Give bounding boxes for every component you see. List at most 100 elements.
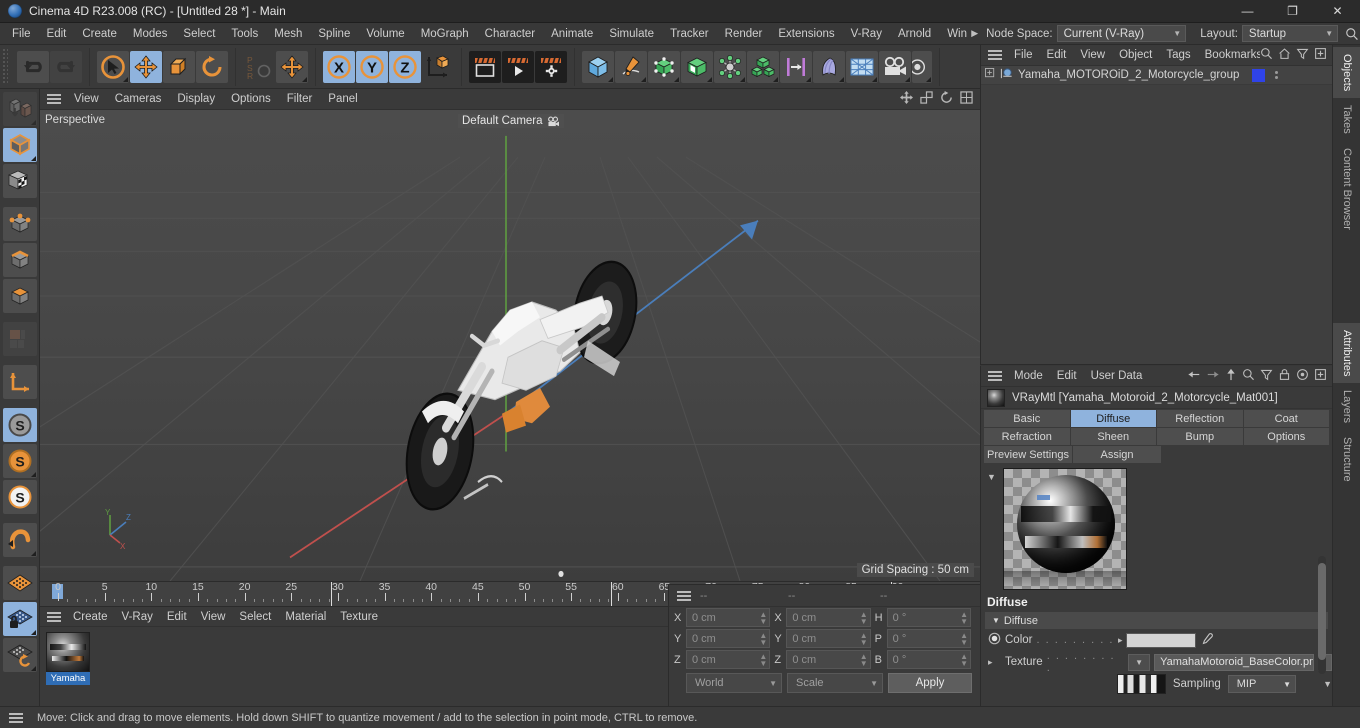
points-mode-button[interactable] — [2, 207, 37, 241]
material-menu-material[interactable]: Material — [278, 609, 333, 625]
menu-item-edit[interactable]: Edit — [39, 25, 75, 43]
solo-hierarchy-button[interactable]: S — [2, 480, 37, 514]
search-icon[interactable] — [1260, 47, 1273, 63]
add-deformer-button[interactable] — [714, 50, 746, 83]
material-menu-edit[interactable]: Edit — [160, 609, 194, 625]
stepper-icon[interactable]: ▲▼ — [960, 610, 968, 625]
minimize-button[interactable]: — — [1225, 0, 1270, 23]
add-camera-button[interactable] — [879, 50, 911, 83]
planar-workplane-button[interactable] — [2, 638, 37, 672]
object-visibility-dots[interactable] — [1275, 71, 1279, 79]
viewport-menu-cameras[interactable]: Cameras — [107, 91, 170, 107]
coord-size-x-field[interactable]: 0 cm ▲ ▼ — [786, 608, 871, 627]
object-manager-hamburger-icon[interactable] — [987, 48, 1004, 62]
stepper-icon[interactable]: ▲▼ — [860, 631, 868, 646]
stepper-icon[interactable]: ▲▼ — [759, 631, 767, 646]
object-menu-tags[interactable]: Tags — [1159, 47, 1197, 63]
model-mode-button[interactable] — [2, 128, 37, 162]
coord-size-z-field[interactable]: 0 cm ▲ ▼ — [786, 650, 871, 669]
coord-size-y-field[interactable]: 0 cm ▲ ▼ — [786, 629, 871, 648]
up-arrow-icon[interactable] — [1225, 368, 1237, 384]
material-item[interactable]: Yamaha — [46, 632, 90, 685]
add-mograph-cloner-button[interactable] — [747, 50, 779, 83]
world-object-axis-button[interactable] — [422, 51, 454, 83]
tab-reflection[interactable]: Reflection — [1157, 410, 1243, 427]
make-editable-button[interactable] — [2, 92, 37, 126]
tab-sheen[interactable]: Sheen — [1070, 428, 1156, 445]
object-menu-edit[interactable]: Edit — [1040, 47, 1074, 63]
coord-rotation-b-field[interactable]: 0 ° ▲ ▼ — [886, 650, 971, 669]
add-light-button[interactable] — [912, 50, 932, 83]
color-swatch-field[interactable] — [1126, 632, 1197, 648]
coordinate-system-dropdown[interactable]: World ▼ — [686, 673, 782, 693]
perspective-viewport[interactable]: Perspective Default Camera Grid Spacing … — [40, 110, 980, 581]
uv-mode-button[interactable] — [2, 322, 37, 356]
viewport-scale-icon[interactable] — [920, 91, 933, 107]
live-selection-tool-button[interactable] — [97, 50, 129, 83]
add-generator-button[interactable] — [648, 50, 680, 83]
add-scene-floor-button[interactable] — [846, 50, 878, 83]
menu-item-select[interactable]: Select — [175, 25, 223, 43]
object-color-swatch[interactable] — [1252, 68, 1266, 82]
tab-bump[interactable]: Bump — [1157, 428, 1243, 445]
render-view-button[interactable] — [469, 50, 501, 83]
texture-path-field[interactable]: YamahaMotoroid_BaseColor.png — [1154, 653, 1314, 671]
layout-dropdown[interactable]: Startup ▼ — [1241, 25, 1339, 42]
menu-item-vray[interactable]: V-Ray — [843, 25, 890, 43]
menu-item-create[interactable]: Create — [74, 25, 125, 43]
home-icon[interactable] — [1278, 47, 1291, 63]
filter-icon[interactable] — [1296, 47, 1309, 63]
motorcycle-model[interactable] — [40, 110, 980, 581]
edges-mode-button[interactable] — [2, 243, 37, 277]
viewport-rotate-icon[interactable] — [940, 91, 953, 107]
color-expand-icon[interactable]: ▸ — [1118, 635, 1123, 646]
expand-icon[interactable] — [985, 68, 996, 82]
maximize-button[interactable]: ❐ — [1270, 0, 1315, 23]
material-menu-hamburger-icon[interactable] — [46, 610, 63, 624]
target-icon[interactable] — [1296, 368, 1309, 384]
vtab-layers[interactable]: Layers — [1333, 383, 1360, 430]
viewport-move-icon[interactable] — [900, 91, 913, 107]
status-bar-hamburger-icon[interactable] — [8, 711, 25, 725]
stepper-icon[interactable]: ▲▼ — [960, 631, 968, 646]
texture-expand-icon[interactable]: ▸ — [988, 657, 1001, 668]
z-axis-toggle-button[interactable]: Z — [389, 50, 421, 83]
menu-item-render[interactable]: Render — [717, 25, 771, 43]
object-menu-view[interactable]: View — [1073, 47, 1112, 63]
scale-tool-button[interactable] — [163, 50, 195, 83]
menu-overflow-icon[interactable]: ▶ — [967, 25, 982, 42]
menu-item-mesh[interactable]: Mesh — [266, 25, 310, 43]
node-space-dropdown[interactable]: Current (V-Ray) ▼ — [1056, 25, 1187, 42]
coord-position-z-field[interactable]: 0 cm ▲ ▼ — [686, 650, 771, 669]
viewport-menu-hamburger-icon[interactable] — [46, 92, 63, 106]
coord-rotation-p-field[interactable]: 0 ° ▲ ▼ — [886, 629, 971, 648]
stepper-icon[interactable]: ▲▼ — [960, 652, 968, 667]
viewport-menu-view[interactable]: View — [66, 91, 107, 107]
sampling-dropdown[interactable]: MIP ▼ — [1227, 675, 1297, 693]
coord-rotation-h-field[interactable]: 0 ° ▲ ▼ — [886, 608, 971, 627]
rotate-tool-button[interactable] — [196, 50, 228, 83]
coord-position-x-field[interactable]: 0 cm ▲ ▼ — [686, 608, 771, 627]
object-menu-file[interactable]: File — [1007, 47, 1040, 63]
menu-item-tools[interactable]: Tools — [223, 25, 266, 43]
apply-button[interactable]: Apply — [888, 673, 972, 693]
menu-item-volume[interactable]: Volume — [358, 25, 412, 43]
material-menu-texture[interactable]: Texture — [333, 609, 385, 625]
stepper-icon[interactable]: ▲▼ — [759, 610, 767, 625]
attribute-manager-hamburger-icon[interactable] — [987, 369, 1004, 383]
vtab-attributes[interactable]: Attributes — [1333, 322, 1360, 384]
search-icon[interactable] — [1242, 368, 1255, 384]
color-toggle-radio[interactable] — [988, 632, 1001, 648]
coordinate-mode-dropdown[interactable]: Scale ▼ — [787, 673, 883, 693]
material-preview-image[interactable] — [1003, 468, 1127, 590]
menu-item-character[interactable]: Character — [477, 25, 544, 43]
viewport-camera-label[interactable]: Default Camera — [458, 114, 564, 128]
close-button[interactable]: ✕ — [1315, 0, 1360, 23]
y-axis-toggle-button[interactable]: Y — [356, 50, 388, 83]
tab-basic[interactable]: Basic — [984, 410, 1070, 427]
tab-refraction[interactable]: Refraction — [984, 428, 1070, 445]
move-tool-button[interactable] — [130, 50, 162, 83]
viewport-menu-panel[interactable]: Panel — [320, 91, 365, 107]
vtab-takes[interactable]: Takes — [1333, 98, 1360, 141]
tab-options[interactable]: Options — [1243, 428, 1329, 445]
